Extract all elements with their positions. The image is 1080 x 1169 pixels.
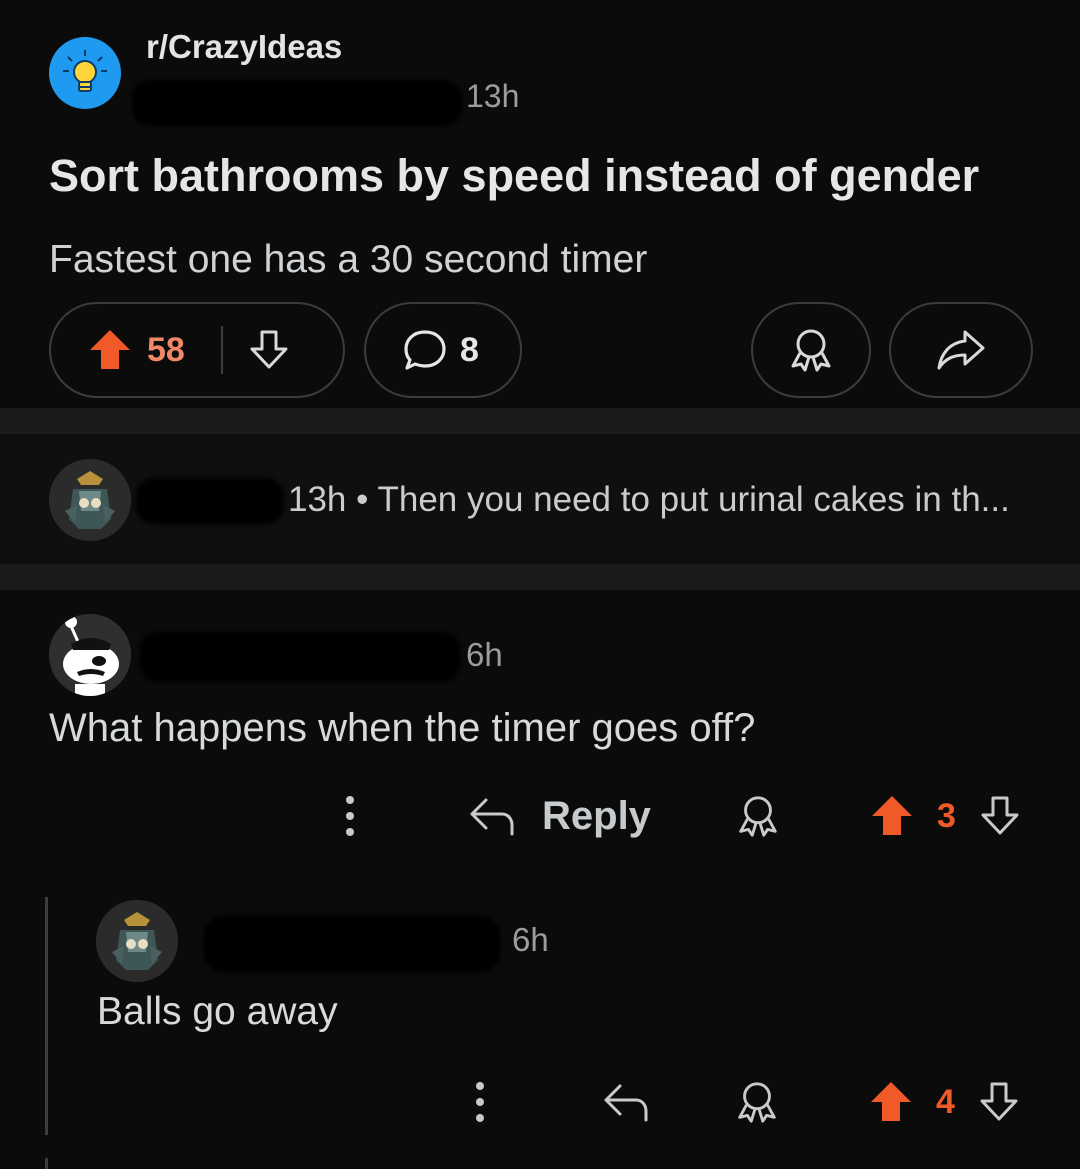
avatar[interactable]	[49, 614, 131, 696]
robot-avatar-icon	[49, 459, 131, 541]
comment-bubble-icon	[404, 330, 446, 370]
post-vote-bar: 58	[49, 302, 345, 398]
collapsed-comment-preview: 13h • Then you need to put urinal cakes …	[288, 480, 1010, 520]
award-icon[interactable]	[734, 1079, 780, 1125]
vote-divider	[220, 326, 223, 374]
subreddit-name[interactable]: r/CrazyIdeas	[146, 28, 342, 66]
redacted-username	[132, 80, 462, 126]
downvote-icon[interactable]	[978, 794, 1022, 838]
avatar[interactable]	[96, 900, 178, 982]
comment-time: 6h	[466, 636, 503, 673]
comment-count: 8	[460, 330, 479, 369]
post-body: Fastest one has a 30 second timer	[49, 238, 648, 281]
avatar[interactable]	[49, 459, 131, 541]
meta-separator: •	[356, 480, 378, 519]
thread-line[interactable]	[45, 897, 48, 1135]
redacted-username	[136, 478, 284, 524]
award-button[interactable]	[751, 302, 871, 398]
comment-vote-count: 3	[936, 796, 956, 835]
reply-icon[interactable]	[468, 794, 516, 838]
redacted-username	[204, 916, 500, 972]
award-icon	[791, 329, 831, 372]
section-divider	[0, 408, 1080, 434]
collapsed-comment-text: Then you need to put urinal cakes in th.…	[377, 480, 1010, 519]
more-options-icon[interactable]	[346, 796, 354, 836]
lightbulb-icon	[63, 50, 107, 92]
post-upvote-count: 58	[147, 330, 185, 369]
comment-action-bar: 4	[476, 1076, 1021, 1128]
comment-vote-count: 4	[936, 1082, 955, 1121]
reply-icon[interactable]	[602, 1080, 650, 1124]
robot-avatar-icon	[96, 900, 178, 982]
snoo-avatar-icon	[49, 614, 131, 696]
share-icon	[937, 330, 985, 370]
upvote-icon[interactable]	[87, 327, 133, 373]
comments-button[interactable]: 8	[364, 302, 522, 398]
downvote-icon[interactable]	[977, 1080, 1021, 1124]
reply-button[interactable]: Reply	[542, 794, 651, 839]
subreddit-icon[interactable]	[49, 37, 121, 109]
upvote-icon[interactable]	[869, 793, 915, 839]
thread-line[interactable]	[45, 1158, 48, 1169]
section-divider	[0, 564, 1080, 590]
share-button[interactable]	[889, 302, 1033, 398]
comment-body: Balls go away	[97, 990, 338, 1033]
post-title[interactable]: Sort bathrooms by speed instead of gende…	[49, 150, 979, 202]
award-icon[interactable]	[735, 793, 781, 839]
comment-body: What happens when the timer goes off?	[49, 706, 756, 750]
redacted-username	[140, 632, 460, 682]
comment-time: 6h	[512, 921, 549, 958]
post-time: 13h	[466, 78, 520, 114]
upvote-icon[interactable]	[868, 1079, 914, 1125]
collapsed-comment-time: 13h	[288, 480, 347, 519]
comment-action-bar: Reply 3	[346, 790, 1022, 842]
downvote-icon[interactable]	[247, 328, 291, 372]
more-options-icon[interactable]	[476, 1082, 484, 1122]
